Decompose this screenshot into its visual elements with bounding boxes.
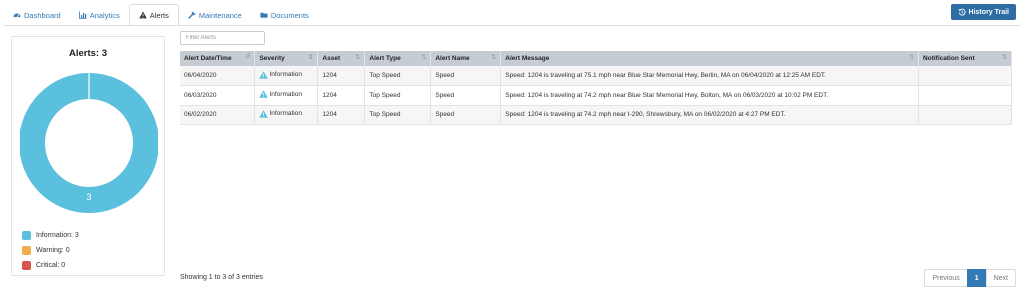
tab-dashboard[interactable]: Dashboard — [4, 4, 70, 26]
table-row[interactable]: 06/03/2020 Information 1204 Top Speed Sp… — [180, 85, 1012, 106]
cell-alert-message: Speed: 1204 is traveling at 74.2 mph nea… — [500, 85, 920, 106]
legend-label: Warning: 0 — [36, 247, 70, 254]
sort-icon: ⇅ — [1001, 55, 1007, 61]
tab-documents[interactable]: Documents — [251, 4, 318, 26]
dashboard-icon — [13, 11, 21, 19]
column-header-severity[interactable]: Severity ⇅ — [254, 51, 319, 66]
pagination: Previous 1 Next — [924, 269, 1016, 287]
table-row[interactable]: 06/02/2020 Information 1204 Top Speed Sp… — [180, 105, 1012, 125]
tab-label: Maintenance — [198, 10, 242, 20]
column-header-notification-sent[interactable]: Notification Sent ⇅ — [918, 51, 1012, 66]
information-warning-icon — [259, 70, 269, 79]
filter-alerts-input[interactable] — [180, 31, 265, 45]
cell-severity: Information — [254, 105, 319, 125]
table-info: Showing 1 to 3 of 3 entries — [180, 274, 263, 281]
cell-alert-type: Top Speed — [364, 105, 432, 125]
information-warning-icon — [259, 110, 269, 118]
sort-icon: ↓₣ — [244, 54, 251, 60]
legend-item-critical[interactable]: Critical: 0 — [22, 258, 79, 273]
cell-alert-message: Speed: 1204 is traveling at 75.1 mph nea… — [500, 66, 920, 86]
cell-severity: Information — [254, 66, 319, 86]
cell-notification-sent — [918, 66, 1012, 86]
history-trail-label: History Trail — [968, 8, 1009, 16]
folder-icon — [260, 11, 268, 19]
tab-alerts[interactable]: Alerts — [128, 4, 179, 26]
cell-alert-name: Speed — [430, 105, 502, 125]
legend-swatch — [22, 231, 31, 240]
sort-icon: ⇅ — [308, 55, 314, 61]
cell-asset: 1204 — [317, 85, 366, 106]
cell-alert-name: Speed — [430, 85, 502, 106]
cell-alert-date: 06/03/2020 — [180, 85, 256, 106]
tab-label: Alerts — [149, 10, 169, 20]
legend-swatch — [22, 261, 31, 270]
bar-chart-icon — [78, 11, 87, 19]
tab-bar: Dashboard Analytics Alerts Maintenance D… — [4, 4, 318, 26]
legend-item-warning[interactable]: Warning: 0 — [22, 243, 79, 258]
legend-label: Critical: 0 — [36, 262, 66, 269]
information-warning-icon — [259, 90, 269, 98]
sort-icon: ⇅ — [909, 55, 915, 61]
sort-icon: ⇅ — [491, 55, 497, 61]
history-icon — [957, 8, 966, 16]
table-row[interactable]: 06/04/2020 Information 1204 Top Speed Sp… — [180, 66, 1012, 86]
tab-label: Dashboard — [24, 10, 61, 20]
alerts-count-title: Alerts: 3 — [68, 48, 107, 59]
history-trail-button[interactable]: History Trail — [950, 4, 1016, 20]
cell-notification-sent — [918, 105, 1012, 125]
column-header-alert-date[interactable]: Alert Date/Time ↓₣ — [180, 51, 256, 66]
warning-icon — [139, 11, 147, 19]
tab-divider — [4, 25, 1020, 26]
sort-icon: ⇅ — [355, 55, 361, 61]
cell-asset: 1204 — [317, 66, 366, 86]
column-header-alert-type[interactable]: Alert Type ⇅ — [364, 51, 432, 66]
chart-legend: Information: 3 Warning: 0 Critical: 0 — [22, 228, 79, 273]
donut-segment-information[interactable] — [20, 73, 158, 213]
cell-severity: Information — [254, 85, 319, 106]
alerts-table: Alert Date/Time ↓₣ Severity ⇅ Asset ⇅ Alert… — [180, 51, 1012, 125]
cell-alert-name: Speed — [430, 66, 502, 86]
tab-label: Documents — [270, 10, 309, 20]
sort-icon: ⇅ — [421, 55, 427, 61]
pagination-previous[interactable]: Previous — [924, 269, 968, 287]
cell-alert-date: 06/04/2020 — [180, 66, 256, 86]
legend-label: Information: 3 — [36, 232, 79, 239]
cell-alert-message: Speed: 1204 is traveling at 74.2 mph nea… — [500, 105, 920, 125]
cell-alert-date: 06/02/2020 — [180, 105, 256, 125]
alerts-donut-chart: 3 — [20, 72, 158, 213]
pagination-page-1[interactable]: 1 — [966, 269, 987, 287]
cell-alert-type: Top Speed — [364, 85, 432, 106]
table-header-row: Alert Date/Time ↓₣ Severity ⇅ Asset ⇅ Alert… — [180, 51, 1012, 66]
tab-analytics[interactable]: Analytics — [70, 4, 129, 26]
column-header-alert-name[interactable]: Alert Name ⇅ — [430, 51, 502, 66]
tab-maintenance[interactable]: Maintenance — [179, 4, 251, 26]
cell-alert-type: Top Speed — [364, 66, 432, 86]
tab-label: Analytics — [89, 10, 120, 20]
cell-asset: 1204 — [317, 105, 366, 125]
wrench-icon — [188, 11, 196, 19]
donut-value-label: 3 — [86, 192, 91, 202]
column-header-alert-message[interactable]: Alert Message ⇅ — [500, 51, 920, 66]
legend-item-information[interactable]: Information: 3 — [22, 228, 79, 243]
alerts-summary-panel: Alerts: 3 3 Information: 3 Warning: 0 Cr… — [11, 36, 165, 276]
cell-notification-sent — [918, 85, 1012, 106]
column-header-asset[interactable]: Asset ⇅ — [317, 51, 366, 66]
legend-swatch — [22, 246, 31, 255]
pagination-next[interactable]: Next — [985, 269, 1016, 287]
